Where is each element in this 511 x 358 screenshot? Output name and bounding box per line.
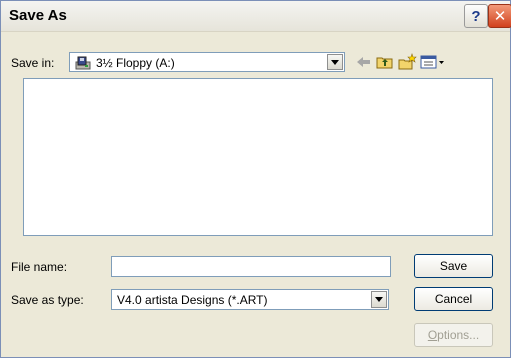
save-as-type-value: V4.0 artista Designs (*.ART) [117,293,268,307]
options-button-label: Options... [427,328,480,342]
dialog-title: Save As [9,7,67,24]
file-name-label: File name: [11,260,68,274]
new-folder-button[interactable] [397,53,417,71]
back-arrow-icon [357,57,370,67]
floppy-drive-icon [75,56,91,70]
save-in-dropdown-arrow[interactable] [327,54,343,70]
save-as-type-dropdown[interactable]: V4.0 artista Designs (*.ART) [111,289,389,310]
title-bar: Save As ? ✕ [1,1,511,32]
save-button-label: Save [439,259,468,273]
views-menu-icon [420,55,444,69]
views-menu-button[interactable] [420,53,446,71]
save-in-value: 3½ Floppy (A:) [96,56,175,70]
save-in-dropdown[interactable]: 3½ Floppy (A:) [69,52,345,72]
file-list[interactable] [23,78,493,236]
save-as-type-dropdown-arrow[interactable] [371,291,387,308]
close-button[interactable]: ✕ [488,4,511,28]
chevron-down-icon [331,59,339,65]
file-name-input[interactable] [111,256,391,277]
new-folder-icon [398,53,417,70]
save-in-label: Save in: [11,56,55,70]
save-as-dialog: Save As ? ✕ Save in: 3½ Floppy (A:) File… [0,0,511,358]
cancel-button-label: Cancel [434,292,473,306]
save-button[interactable]: Save [414,254,493,278]
help-icon: ? [471,7,481,25]
cancel-button[interactable]: Cancel [414,287,493,311]
help-button[interactable]: ? [464,4,488,28]
close-icon: ✕ [493,8,507,25]
options-button[interactable]: Options... [414,323,493,347]
back-button[interactable] [354,53,374,71]
chevron-down-icon [375,297,383,302]
save-as-type-label: Save as type: [11,293,84,307]
up-one-level-button[interactable] [375,53,395,71]
up-folder-icon [376,57,393,69]
